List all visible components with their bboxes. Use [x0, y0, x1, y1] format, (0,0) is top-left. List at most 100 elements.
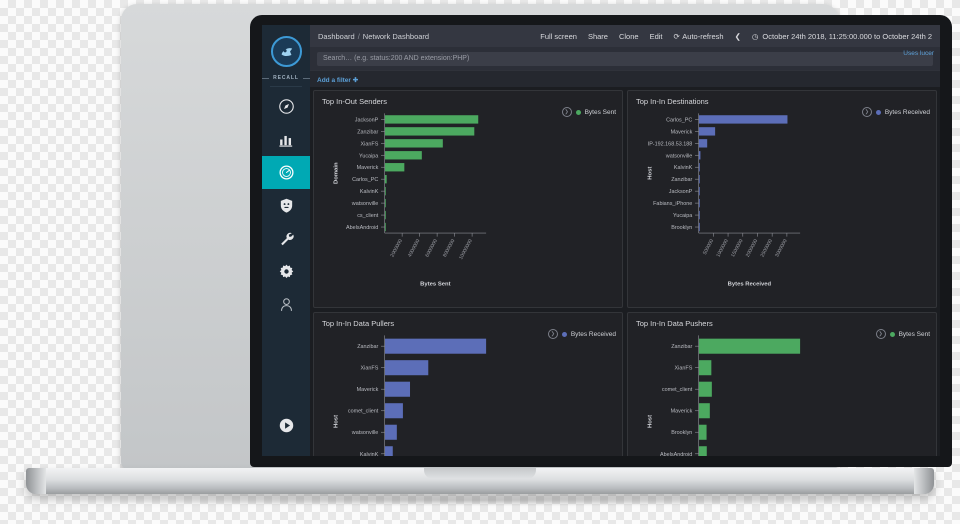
add-filter-button[interactable]: Add a filter ✚	[317, 76, 358, 84]
bar	[698, 424, 707, 440]
category-label: Maverick	[671, 129, 693, 135]
category-label: watsonville	[665, 153, 693, 159]
breadcrumb-current: Network Dashboard	[362, 31, 430, 41]
category-label: AbelsAndroid	[660, 452, 692, 456]
panel-top-in-in-data-pushers: Top In-In Data Pushers ❯ Bytes Sent Host…	[627, 312, 937, 456]
brand-rule-left	[262, 77, 270, 79]
bar	[698, 381, 712, 397]
bar	[384, 127, 475, 136]
time-range-label: October 24th 2018, 11:25:00.000 to Octob…	[762, 31, 932, 41]
category-label: comet_client	[662, 387, 693, 393]
x-axis-title: Bytes Received	[728, 282, 772, 288]
search-input[interactable]: Search… (e.g. status:200 AND extension:P…	[317, 51, 933, 66]
category-label: Maverick	[671, 409, 693, 415]
wrench-icon	[280, 232, 294, 246]
bar-chart-canvas: Host Zanzibar XianFS Maverick comet_clientwa…	[334, 335, 487, 456]
laptop-shadow	[50, 494, 910, 506]
x-tick-label: 500000	[702, 238, 715, 256]
plus-icon: ✚	[352, 76, 359, 84]
breadcrumb-separator: /	[357, 31, 360, 41]
clone-button[interactable]: Clone	[619, 32, 639, 41]
add-filter-label: Add a filter	[317, 76, 351, 84]
app-content: Dashboard / Network Dashboard Full screen …	[310, 25, 940, 456]
sidebar-play-button[interactable]	[262, 417, 310, 434]
search-row: Search… (e.g. status:200 AND extension:P…	[310, 47, 940, 70]
bar	[698, 127, 716, 136]
bar	[698, 338, 801, 354]
category-label: Brooklyn	[671, 430, 692, 436]
sidebar-divider	[270, 86, 302, 87]
panel-top-in-in-data-pullers: Top In-In Data Pullers ❯ Bytes Received …	[313, 312, 623, 456]
category-label: IP-192.168.53.188	[648, 141, 693, 147]
sidebar-item-account[interactable]	[262, 288, 310, 321]
x-tick-label: 8000000	[442, 238, 456, 258]
category-label: XianFS	[361, 366, 379, 372]
edit-button[interactable]: Edit	[650, 32, 663, 41]
y-axis-title: Host	[334, 415, 340, 428]
y-axis-title: Domain	[334, 162, 340, 184]
panel-top-in-in-destinations: Top In-In Destinations ❯ Bytes Received …	[627, 90, 937, 308]
full-screen-button[interactable]: Full screen	[540, 32, 577, 41]
panel-title: Top In-Out Senders	[322, 97, 388, 106]
auto-refresh-button[interactable]: ⟳ Auto-refresh	[674, 32, 724, 41]
bar	[384, 424, 397, 440]
user-icon	[280, 298, 292, 311]
sidebar-item-tools[interactable]	[262, 222, 310, 255]
app-topbar: Dashboard / Network Dashboard Full screen …	[310, 25, 940, 47]
brand-logo[interactable]	[262, 25, 310, 71]
uses-lucene-link[interactable]: Uses lucer	[903, 50, 934, 57]
panel-top-in-out-senders: Top In-Out Senders ❯ Bytes Sent Domain Ja…	[313, 90, 623, 308]
category-label: watsonville	[351, 201, 379, 207]
category-label: AbelsAndroid	[346, 225, 378, 231]
category-label: cs_client	[357, 213, 379, 219]
brand-rule-right	[302, 77, 310, 79]
category-label: XianFS	[675, 366, 693, 372]
compass-icon	[278, 99, 294, 114]
sidebar-item-discover[interactable]	[262, 90, 310, 123]
bar	[384, 139, 443, 148]
bar	[384, 338, 487, 354]
category-label: Carlos_PC	[666, 117, 692, 123]
shield-icon	[280, 198, 292, 213]
x-tick-label: 2000000	[390, 238, 404, 258]
bar-chart-icon	[278, 135, 292, 147]
search-placeholder: Search… (e.g. status:200 AND extension:P…	[323, 55, 470, 62]
dashboard-clock-icon	[278, 165, 294, 180]
share-button[interactable]: Share	[588, 32, 608, 41]
sidebar-item-visualize[interactable]	[262, 123, 310, 156]
category-label: Brooklyn	[671, 225, 692, 231]
recall-logo-icon	[270, 35, 302, 67]
chevron-left-icon: ❮	[734, 31, 741, 41]
bar	[384, 446, 393, 456]
brand-name: RECALL	[273, 75, 299, 81]
bar	[384, 360, 429, 376]
screenshot-stage: RECALL Dashboard / Network Dashboard Ful…	[0, 0, 960, 524]
bar-chart-canvas: Host Carlos_PC Maverick IP-192.168.53.188 wa…	[648, 113, 801, 288]
x-tick-label: 1500000	[730, 238, 744, 258]
category-label: JacksonP	[355, 117, 379, 123]
category-label: Zanzibar	[357, 344, 378, 350]
sidebar-item-security[interactable]	[262, 189, 310, 222]
sidebar-item-dashboard[interactable]	[262, 156, 310, 189]
sidebar-item-settings[interactable]	[262, 255, 310, 288]
laptop-base-notch	[424, 468, 536, 479]
bar	[698, 403, 710, 419]
x-tick-label: 10000000	[458, 238, 474, 261]
breadcrumb-root[interactable]: Dashboard	[318, 32, 355, 41]
laptop-base	[26, 468, 934, 494]
bar	[698, 115, 788, 124]
time-range-picker[interactable]: ◷ October 24th 2018, 11:25:00.000 to Oct…	[752, 32, 932, 41]
play-circle-icon	[279, 418, 293, 433]
bar	[698, 360, 712, 376]
auto-refresh-label: Auto-refresh	[682, 31, 724, 41]
prev-range-button[interactable]: ❮	[735, 32, 741, 41]
category-label: Yucaipa	[673, 213, 693, 219]
x-tick-label: 2500000	[760, 238, 774, 258]
refresh-icon: ⟳	[673, 31, 680, 41]
y-axis-title: Host	[648, 167, 654, 180]
clock-icon: ◷	[751, 31, 759, 41]
bar	[384, 163, 405, 172]
filter-row: Add a filter ✚ Uses lucer	[310, 50, 940, 88]
panel-title: Top In-In Data Pushers	[636, 319, 713, 328]
bar-chart-canvas: Domain JacksonP Zanzibar XianFS Yucaipa Maver…	[334, 113, 487, 288]
